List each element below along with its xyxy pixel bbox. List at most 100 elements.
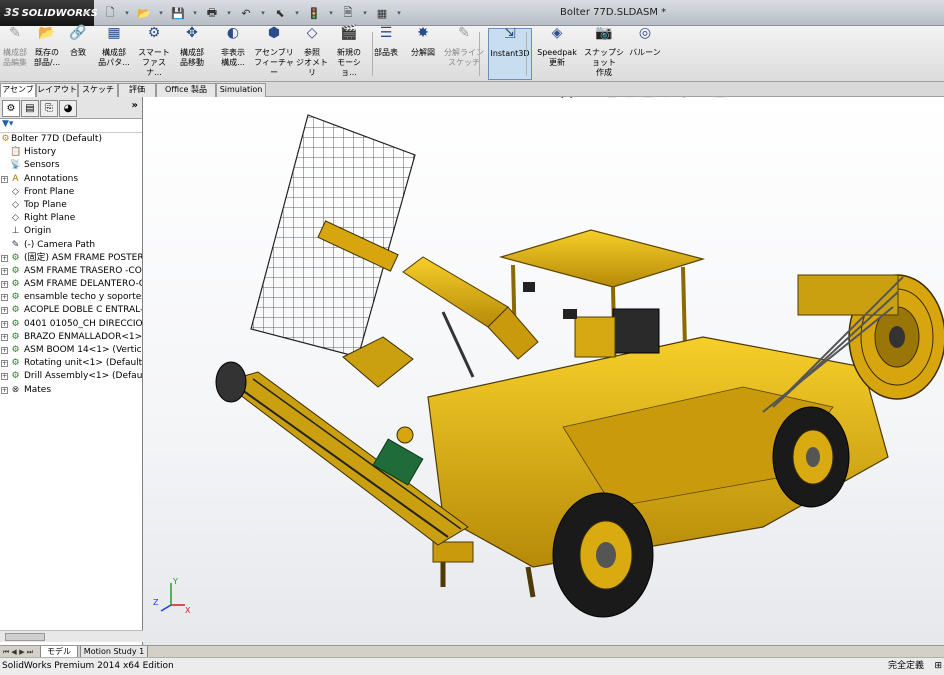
tab-4[interactable]: Office 製品 — [156, 83, 216, 97]
expand-toggle-icon[interactable]: + — [1, 360, 8, 368]
filter-icon[interactable]: ▼▾ — [2, 119, 13, 129]
new-motion-study-button[interactable]: 🎬 新規の モーショ... — [331, 26, 367, 80]
view-orientation-icon[interactable]: ⬚ — [623, 97, 637, 101]
dropdown-arrow-icon[interactable]: ▾ — [360, 4, 370, 22]
tree-item[interactable]: + ⚙ ASM FRAME DELANTERO-C — [0, 278, 142, 291]
tree-item[interactable]: + ⚙ Drill Assembly<1> (Default — [0, 370, 142, 383]
balloon-button[interactable]: ◎ バルーン — [628, 26, 662, 80]
tab-3[interactable]: 評価 — [118, 83, 156, 97]
rebuild-icon[interactable]: 🚦 — [304, 4, 324, 22]
file-properties-icon[interactable]: 🗎 — [338, 4, 358, 22]
dropdown-arrow-icon[interactable]: ▾ — [224, 4, 234, 22]
tree-item[interactable]: ⊥ Origin — [0, 225, 142, 238]
section-view-icon[interactable]: ◧ — [605, 97, 619, 101]
expand-toggle-icon[interactable]: + — [1, 267, 8, 275]
document-title: Bolter 77D.SLDASM * — [560, 7, 667, 18]
tree-item[interactable]: 📡 Sensors — [0, 159, 142, 172]
expand-toggle-icon[interactable]: + — [1, 175, 8, 183]
expand-toggle-icon[interactable]: + — [1, 254, 8, 262]
tree-item[interactable]: + ⊗ Mates — [0, 384, 142, 397]
expand-toggle-icon[interactable]: + — [1, 373, 8, 381]
select-icon[interactable]: ⬉ — [270, 4, 290, 22]
dropdown-arrow-icon[interactable]: ▾ — [156, 4, 166, 22]
expand-toggle-icon[interactable]: + — [1, 281, 8, 289]
tree-item[interactable]: + ⚙ BRAZO ENMALLADOR<1> — [0, 331, 142, 344]
configuration-manager-tab[interactable]: ⎘ — [40, 100, 58, 117]
expand-toggle-icon[interactable]: + — [1, 386, 8, 394]
property-manager-tab[interactable]: ▤ — [21, 100, 39, 117]
tree-item[interactable]: + ⚙ ensamble techo y soportes — [0, 291, 142, 304]
snapshot-button[interactable]: 📷 スナップショット 作成 — [582, 26, 626, 80]
scroll-thumb[interactable] — [5, 633, 45, 641]
expand-toggle-icon[interactable]: + — [1, 333, 8, 341]
apply-scene-icon[interactable]: ☁ — [695, 97, 709, 101]
tree-item[interactable]: ◇ Top Plane — [0, 199, 142, 212]
hide-show-items-icon[interactable]: ◎ — [659, 97, 673, 101]
speedpak-button[interactable]: ◈ Speedpak 更新 — [534, 26, 580, 80]
graphics-area[interactable]: 🔍 🔎 ↶ ◧ ⬚ ▣ ◎ ◕ ☁ ▤ Y X Z — [143, 97, 944, 645]
tab-2[interactable]: スケッチ — [78, 83, 118, 97]
next-tab-arrow-icon[interactable]: ▶ — [18, 647, 26, 657]
save-icon[interactable]: 💾 — [168, 4, 188, 22]
display-style-icon[interactable]: ▣ — [641, 97, 655, 101]
first-tab-arrow-icon[interactable]: ⏮ — [2, 647, 10, 657]
dropdown-arrow-icon[interactable]: ▾ — [122, 4, 132, 22]
reference-geometry-button[interactable]: ◇ 参照 ジオメトリ — [295, 26, 329, 80]
tree-item[interactable]: + ⚙ ASM FRAME TRASERO -CO — [0, 265, 142, 278]
expand-toggle-icon[interactable]: + — [1, 320, 8, 328]
dropdown-arrow-icon[interactable]: ▾ — [258, 4, 268, 22]
tree-item[interactable]: 📋 History — [0, 146, 142, 159]
new-icon[interactable]: 🗋 — [100, 4, 120, 22]
tree-item[interactable]: ✎ (-) Camera Path — [0, 239, 142, 252]
tree-item[interactable]: + ⚙ ASM BOOM 14<1> (Vertic — [0, 344, 142, 357]
edit-appearance-icon[interactable]: ◕ — [677, 97, 691, 101]
tree-root[interactable]: ⚙ Bolter 77D (Default) — [0, 133, 142, 146]
open-icon[interactable]: 📂 — [134, 4, 154, 22]
options-icon[interactable]: ▦ — [372, 4, 392, 22]
tree-item[interactable]: ◇ Right Plane — [0, 212, 142, 225]
tab-5[interactable]: Simulation — [216, 83, 266, 97]
mate-button[interactable]: 🔗 合致 — [66, 26, 90, 80]
expand-toggle-icon[interactable]: + — [1, 307, 8, 315]
tree-item[interactable]: + A Annotations — [0, 173, 142, 186]
tree-item[interactable]: + ⚙ ACOPLE DOBLE C ENTRAL- — [0, 304, 142, 317]
view-settings-icon[interactable]: ▤ — [713, 97, 727, 101]
solidworks-logo[interactable]: 3S SOLIDWORKS ► — [0, 0, 98, 26]
triad-z-label: Z — [153, 598, 159, 607]
print-icon[interactable]: 🖶 — [202, 4, 222, 22]
bolter-3d-model[interactable] — [143, 97, 944, 645]
feature-manager-tab[interactable]: ⚙ — [2, 100, 20, 117]
smart-fasteners-button[interactable]: ⚙ スマート ファスナ... — [138, 26, 170, 80]
move-component-button[interactable]: ✥ 構成部 品移動 — [172, 26, 212, 80]
exploded-view-button[interactable]: ✸ 分解図 — [406, 26, 440, 80]
horizontal-scrollbar[interactable] — [0, 630, 143, 642]
display-manager-tab[interactable]: ◕ — [59, 100, 77, 117]
zoom-to-fit-icon[interactable]: 🔍 — [551, 97, 565, 101]
status-extra-icon[interactable]: ⊞ — [934, 658, 942, 675]
expand-toggle-icon[interactable]: + — [1, 347, 8, 354]
hide-show-button[interactable]: ◐ 非表示 構成... — [214, 26, 252, 80]
tree-item[interactable]: + ⚙ Rotating unit<1> (Default_ — [0, 357, 142, 370]
zoom-to-area-icon[interactable]: 🔎 — [569, 97, 583, 101]
bill-of-materials-button[interactable]: ☰ 部品表 — [368, 26, 404, 80]
last-tab-arrow-icon[interactable]: ⏭ — [26, 647, 34, 657]
tab-1[interactable]: レイアウト — [36, 83, 78, 97]
tree-item[interactable]: + ⚙ (固定) ASM FRAME POSTER — [0, 252, 142, 265]
undo-icon[interactable]: ↶ — [236, 4, 256, 22]
more-tabs-icon[interactable]: » — [132, 100, 138, 111]
edit-component-button[interactable]: ✎ 構成部 品編集 — [0, 26, 30, 80]
previous-view-icon[interactable]: ↶ — [587, 97, 601, 101]
assembly-features-button[interactable]: ⬢ アセンブリ フィーチャー — [254, 26, 294, 80]
prev-tab-arrow-icon[interactable]: ◀ — [10, 647, 18, 657]
dropdown-arrow-icon[interactable]: ▾ — [292, 4, 302, 22]
tab-0[interactable]: アセンブリ — [0, 83, 36, 106]
dropdown-arrow-icon[interactable]: ▾ — [326, 4, 336, 22]
tree-item[interactable]: + ⚙ 0401 01050_CH DIRECCIOI — [0, 318, 142, 331]
expand-toggle-icon[interactable]: + — [1, 294, 8, 302]
tree-item[interactable]: ◇ Front Plane — [0, 186, 142, 199]
dropdown-arrow-icon[interactable]: ▾ — [394, 4, 404, 22]
dropdown-arrow-icon[interactable]: ▾ — [190, 4, 200, 22]
component-pattern-button[interactable]: ▦ 構成部 品パタ... — [92, 26, 136, 80]
insert-existing-button[interactable]: 📂 既存の 部品/... — [30, 26, 64, 80]
menu-arrow-icon[interactable]: ► — [84, 0, 90, 26]
